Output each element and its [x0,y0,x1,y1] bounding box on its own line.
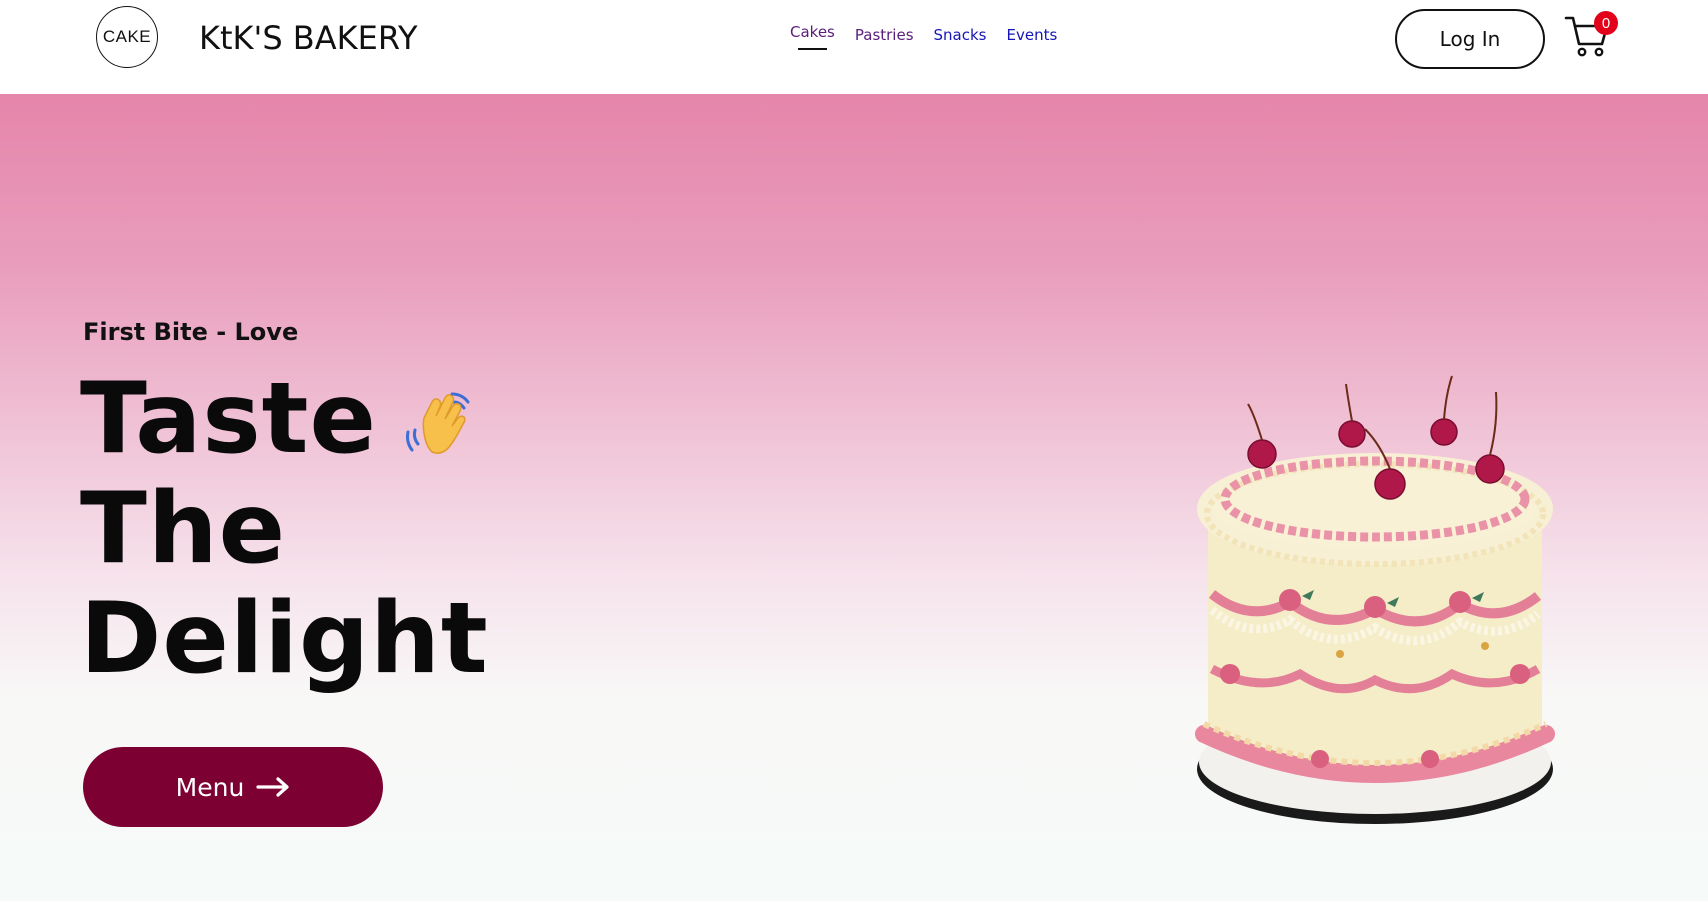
menu-button-label: Menu [175,772,245,802]
nav-link-snacks[interactable]: Snacks [934,26,987,44]
logo[interactable]: CAKE [96,6,158,68]
headline-line-2: The [80,472,287,586]
logo-text: CAKE [102,27,152,46]
arrow-right-icon [256,777,289,797]
cake-image [1195,375,1555,824]
cart-count-badge: 0 [1594,11,1618,35]
hero-tagline: First Bite - Love [83,318,299,346]
hero-section: First Bite - Love Taste The Delight Menu [0,94,1708,901]
site-header: CAKE KtK'S BAKERY Cakes Pastries Snacks … [0,0,1708,94]
waving-hand-icon [406,392,470,454]
brand-name[interactable]: KtK'S BAKERY [199,19,418,57]
nav-link-pastries[interactable]: Pastries [855,26,914,44]
headline-line-3: Delight [80,582,489,696]
menu-button[interactable]: Menu [83,747,383,827]
nav-link-cakes[interactable]: Cakes [790,23,835,50]
main-nav: Cakes Pastries Snacks Events [790,23,1057,50]
login-button[interactable]: Log In [1395,9,1545,69]
nav-link-events[interactable]: Events [1006,26,1057,44]
page: CAKE KtK'S BAKERY Cakes Pastries Snacks … [0,0,1708,901]
